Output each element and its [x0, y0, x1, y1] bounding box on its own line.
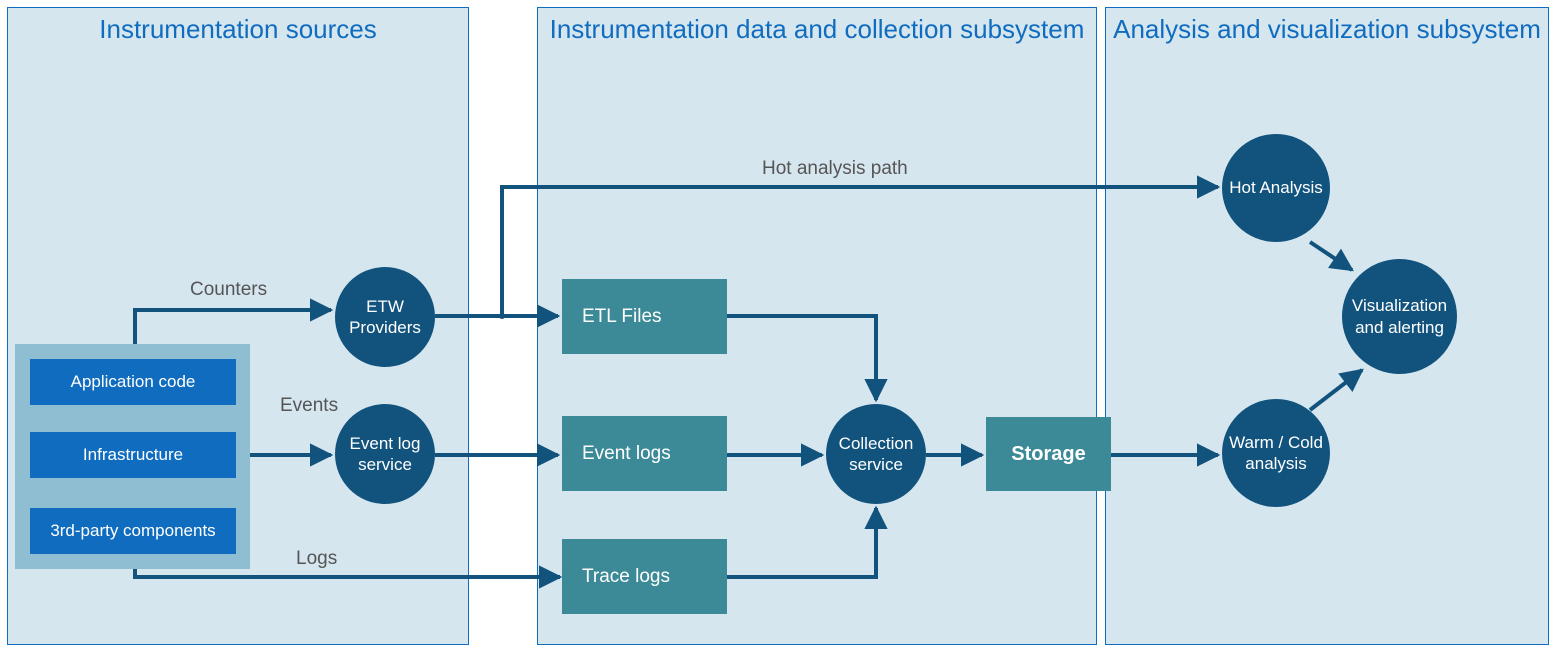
- block-storage: Storage: [986, 417, 1111, 491]
- label-counters: Counters: [190, 279, 267, 301]
- circle-visualization: Visualization and alerting: [1342, 259, 1457, 374]
- label-hot-path: Hot analysis path: [762, 158, 908, 180]
- panel-analysis: Analysis and visualization subsystem: [1105, 7, 1549, 645]
- block-third-party: 3rd-party components: [30, 508, 236, 554]
- circle-eventlog-service: Event log service: [335, 404, 435, 504]
- panel-sources-title: Instrumentation sources: [8, 14, 468, 45]
- block-infrastructure: Infrastructure: [30, 432, 236, 478]
- circle-warm-cold: Warm / Cold analysis: [1222, 399, 1330, 507]
- block-event-logs: Event logs: [562, 416, 727, 491]
- label-logs: Logs: [296, 548, 337, 570]
- circle-collection-service: Collection service: [826, 404, 926, 504]
- panel-analysis-title: Analysis and visualization subsystem: [1106, 14, 1548, 45]
- circle-hot-analysis: Hot Analysis: [1222, 134, 1330, 242]
- panel-collection-title: Instrumentation data and collection subs…: [538, 14, 1096, 45]
- circle-etw-providers: ETW Providers: [335, 267, 435, 367]
- label-events: Events: [280, 395, 338, 417]
- block-application-code: Application code: [30, 359, 236, 405]
- block-trace-logs: Trace logs: [562, 539, 727, 614]
- block-etl-files: ETL Files: [562, 279, 727, 354]
